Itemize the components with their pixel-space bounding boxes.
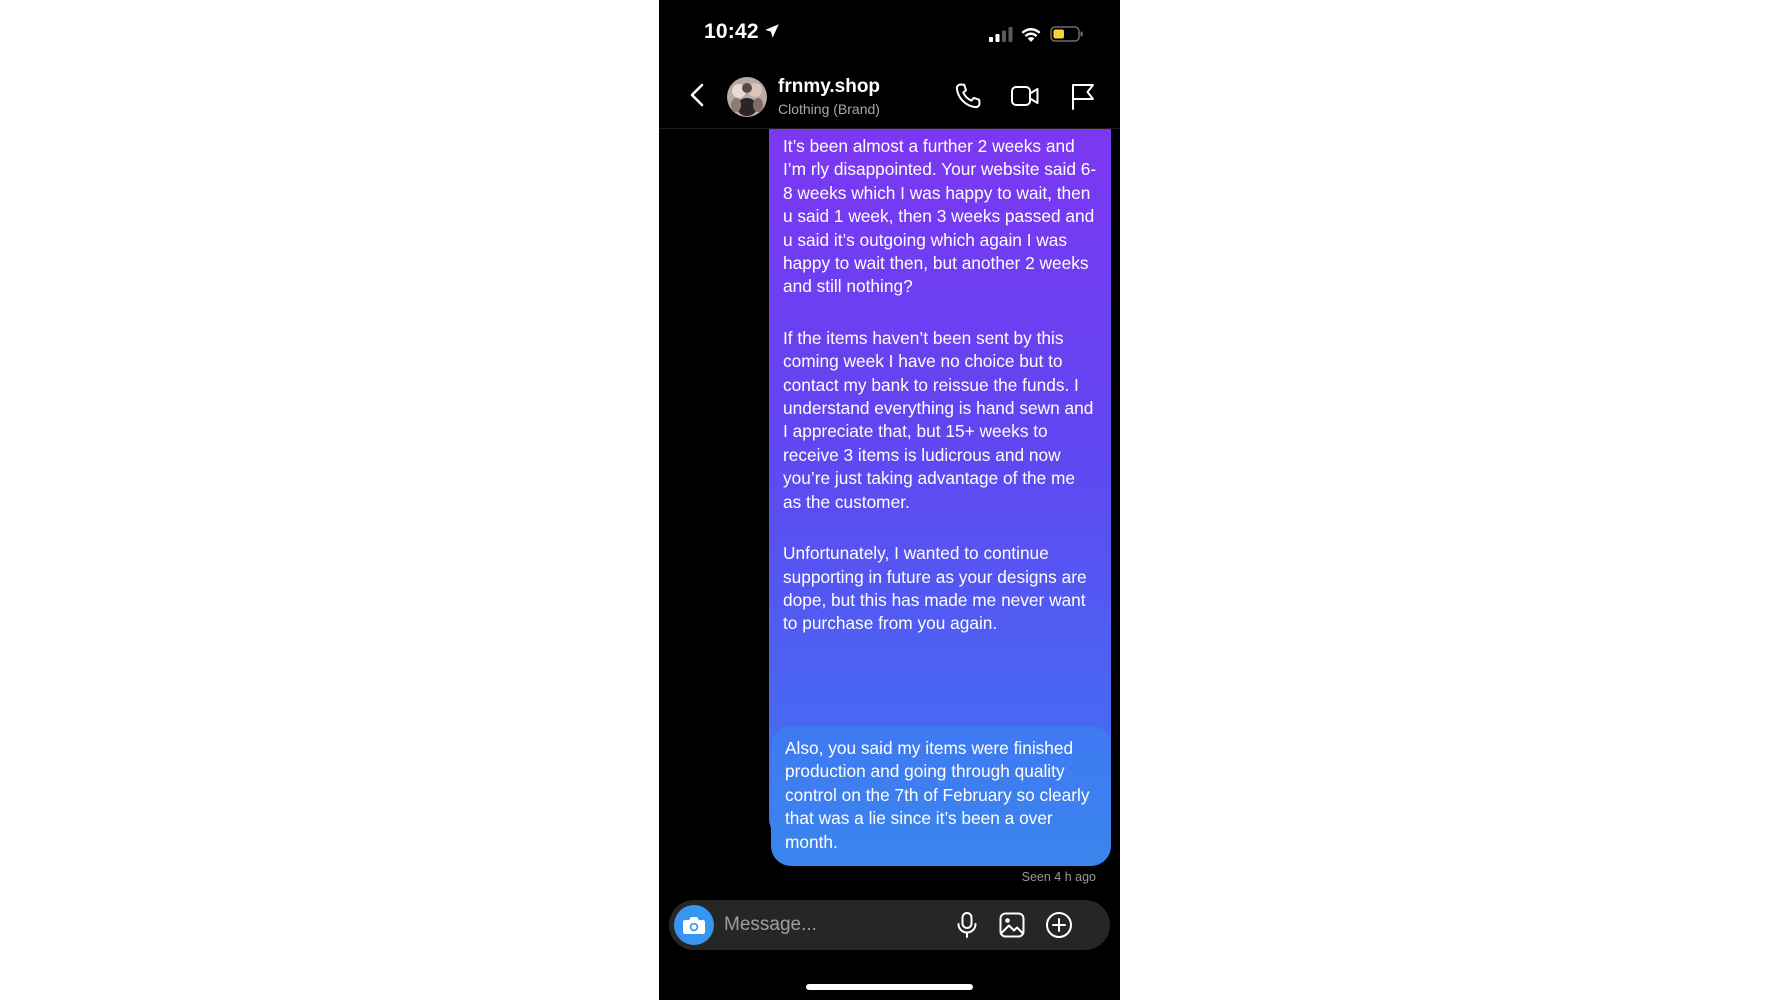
chat-subtitle: Clothing (Brand)	[778, 101, 880, 117]
flag-icon[interactable]	[1067, 80, 1099, 112]
image-gallery-icon[interactable]	[997, 910, 1027, 940]
status-time: 10:42	[704, 20, 759, 43]
message-paragraph: Also, you said my items were finished pr…	[785, 738, 1090, 852]
plus-circle-icon[interactable]	[1044, 910, 1074, 940]
avatar[interactable]	[727, 77, 767, 117]
message-paragraph: Unfortunately, I wanted to continue supp…	[783, 543, 1087, 634]
seen-status: Seen 4 h ago	[1021, 870, 1096, 884]
wifi-icon	[1021, 28, 1041, 42]
phone-icon[interactable]	[952, 80, 984, 112]
cellular-signal-icon	[989, 27, 1013, 42]
video-camera-icon[interactable]	[1009, 80, 1041, 112]
location-arrow-icon	[765, 24, 779, 38]
phone-screen: 10:42 frnmy.shop Clothing (Brand) It’s b…	[659, 0, 1120, 1000]
message-composer	[669, 900, 1110, 950]
message-paragraph: If the items haven’t been sent by this c…	[783, 327, 1094, 512]
microphone-icon[interactable]	[952, 910, 982, 940]
camera-icon	[683, 917, 705, 934]
message-bubble-sent[interactable]: Also, you said my items were finished pr…	[771, 726, 1111, 866]
message-paragraph: It’s been almost a further 2 weeks and I…	[783, 136, 1097, 297]
chevron-left-icon[interactable]	[683, 80, 713, 110]
message-thread: It’s been almost a further 2 weeks and I…	[659, 129, 1120, 892]
battery-icon	[1050, 26, 1083, 42]
message-input[interactable]	[724, 908, 954, 942]
chat-title[interactable]: frnmy.shop	[778, 76, 880, 98]
camera-button[interactable]	[674, 905, 714, 945]
avatar-image	[727, 77, 767, 117]
status-bar: 10:42	[659, 0, 1120, 66]
home-indicator[interactable]	[806, 984, 973, 990]
chat-header: frnmy.shop Clothing (Brand)	[659, 66, 1120, 129]
